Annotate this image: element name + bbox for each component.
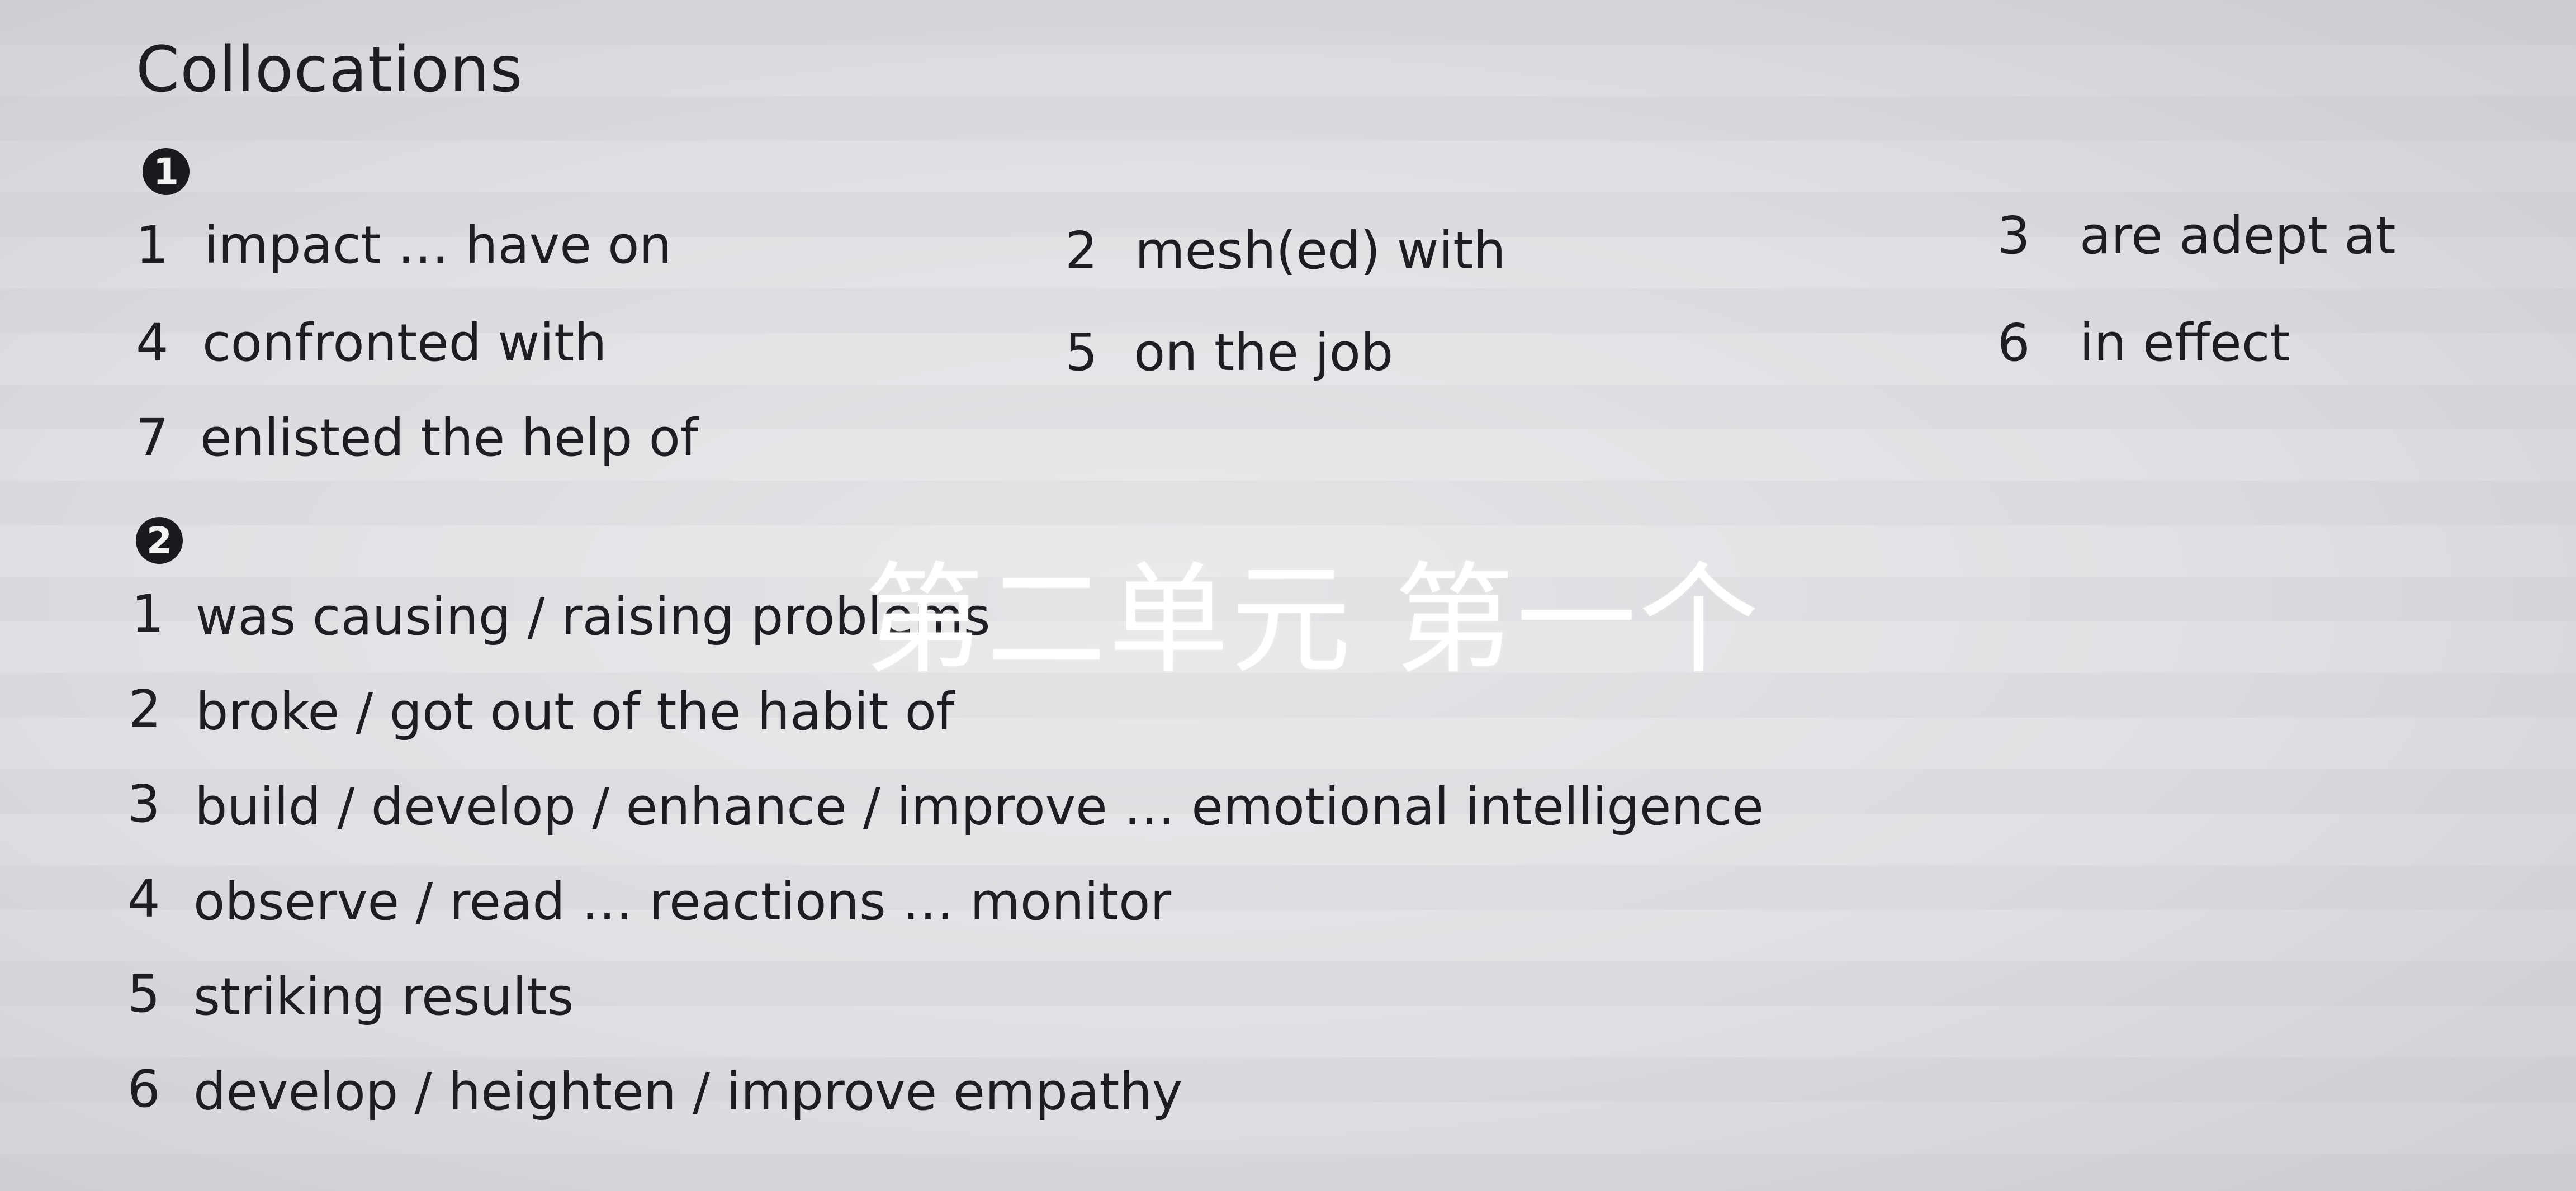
collocation-text: striking results [193, 967, 574, 1027]
item-number: 1 [131, 584, 164, 644]
item-number: 7 [136, 408, 169, 468]
collocation-text: are adept at [2080, 206, 2396, 265]
collocation-text: on the job [1134, 322, 1394, 382]
section-1-marker: 1 [143, 148, 190, 195]
collocation-text: impact … have on [204, 215, 672, 275]
item-number: 3 [127, 774, 160, 834]
section-2-marker: 2 [136, 517, 183, 564]
item-number: 1 [136, 215, 169, 275]
collocation-text: broke / got out of the habit of [196, 682, 955, 742]
page-title: Collocations [136, 34, 523, 106]
collocation-text: observe / read … reactions … monitor [193, 872, 1172, 932]
item-number: 5 [127, 964, 160, 1024]
item-number: 6 [127, 1059, 160, 1119]
collocation-text: mesh(ed) with [1135, 221, 1506, 281]
item-number: 3 [1997, 206, 2030, 265]
collocation-text: in effect [2080, 313, 2290, 373]
item-number: 4 [136, 313, 169, 373]
collocation-text: develop / heighten / improve empathy [193, 1062, 1183, 1122]
item-number: 6 [1997, 313, 2030, 373]
item-number: 2 [1065, 221, 1098, 281]
item-number: 2 [129, 679, 162, 739]
item-number: 5 [1065, 322, 1098, 382]
collocation-text: confronted with [202, 313, 607, 373]
collocation-text: build / develop / enhance / improve … em… [195, 777, 1764, 837]
collocation-text: enlisted the help of [200, 408, 699, 468]
item-number: 4 [127, 869, 160, 929]
overlay-caption: 第二单元 第一个 [864, 550, 1761, 690]
